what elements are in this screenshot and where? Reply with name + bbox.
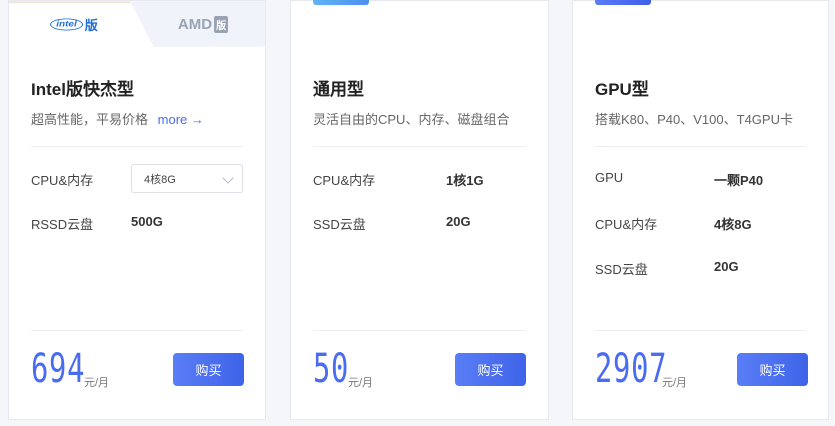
card-title: GPU型	[595, 80, 649, 99]
spec-label-ssd: SSD云盘	[313, 217, 366, 232]
tab-intel[interactable]: intel 版	[9, 1, 139, 47]
spec-value-gpu: 一颗P40	[714, 173, 764, 188]
divider	[313, 146, 526, 147]
tab-intel-suffix: 版	[84, 17, 98, 33]
buy-button[interactable]: 购买	[455, 353, 526, 386]
intel-logo-icon: intel	[50, 18, 83, 30]
spec-label-rssd: RSSD云盘	[31, 217, 94, 232]
spec-label-cpu-memory: CPU&内存	[595, 217, 658, 232]
card-accent-strip	[313, 0, 369, 5]
price-unit: 元/月	[84, 377, 110, 389]
more-link[interactable]: more →	[158, 112, 204, 127]
tab-amd[interactable]: AMD 版	[139, 1, 267, 47]
card-subtitle: 搭载K80、P40、V100、T4GPU卡	[595, 112, 793, 127]
product-card-intel: intel 版 AMD 版 Intel版快杰型 超高性能，平易价格 more →…	[8, 0, 266, 420]
buy-button[interactable]: 购买	[737, 353, 808, 386]
cpu-memory-select[interactable]: 4核8G	[131, 164, 243, 193]
divider	[595, 146, 806, 147]
spec-label-gpu: GPU	[595, 170, 624, 185]
divider	[595, 330, 806, 331]
tab-amd-suffix: 版	[214, 15, 229, 33]
card-subtitle: 灵活自由的CPU、内存、磁盘组合	[313, 112, 510, 127]
card-accent-strip	[595, 0, 651, 5]
spec-value-cpu-memory: 4核8G	[714, 217, 752, 232]
divider	[31, 146, 243, 147]
card-subtitle-text: 超高性能，平易价格	[31, 112, 149, 127]
spec-value-rssd: 500G	[131, 214, 163, 229]
cpu-memory-select-value: 4核8G	[144, 173, 176, 186]
price-value: 694	[31, 346, 86, 392]
product-card-general: 通用型 灵活自由的CPU、内存、磁盘组合 CPU&内存 1核1G SSD云盘 2…	[290, 0, 549, 420]
spec-label-cpu-memory: CPU&内存	[31, 173, 94, 188]
spec-label-cpu-memory: CPU&内存	[313, 173, 376, 188]
divider	[31, 330, 243, 331]
buy-button[interactable]: 购买	[173, 353, 244, 386]
card-title: Intel版快杰型	[31, 80, 134, 99]
price-unit: 元/月	[662, 377, 688, 389]
price-value: 50	[313, 346, 350, 392]
spec-value-ssd: 20G	[446, 214, 471, 229]
card-subtitle: 超高性能，平易价格 more →	[31, 109, 204, 128]
brand-tabs: intel 版 AMD 版	[9, 1, 265, 47]
price-value: 2907	[595, 346, 668, 392]
card-title: 通用型	[313, 80, 364, 99]
price-unit: 元/月	[348, 377, 374, 389]
spec-value-ssd: 20G	[714, 259, 739, 274]
spec-value-cpu-memory: 1核1G	[446, 173, 484, 188]
divider	[313, 330, 526, 331]
product-card-gpu: GPU型 搭载K80、P40、V100、T4GPU卡 GPU 一颗P40 CPU…	[572, 0, 829, 420]
amd-logo-icon: AMD	[177, 15, 213, 33]
chevron-down-icon	[222, 172, 234, 184]
spec-label-ssd: SSD云盘	[595, 262, 648, 277]
